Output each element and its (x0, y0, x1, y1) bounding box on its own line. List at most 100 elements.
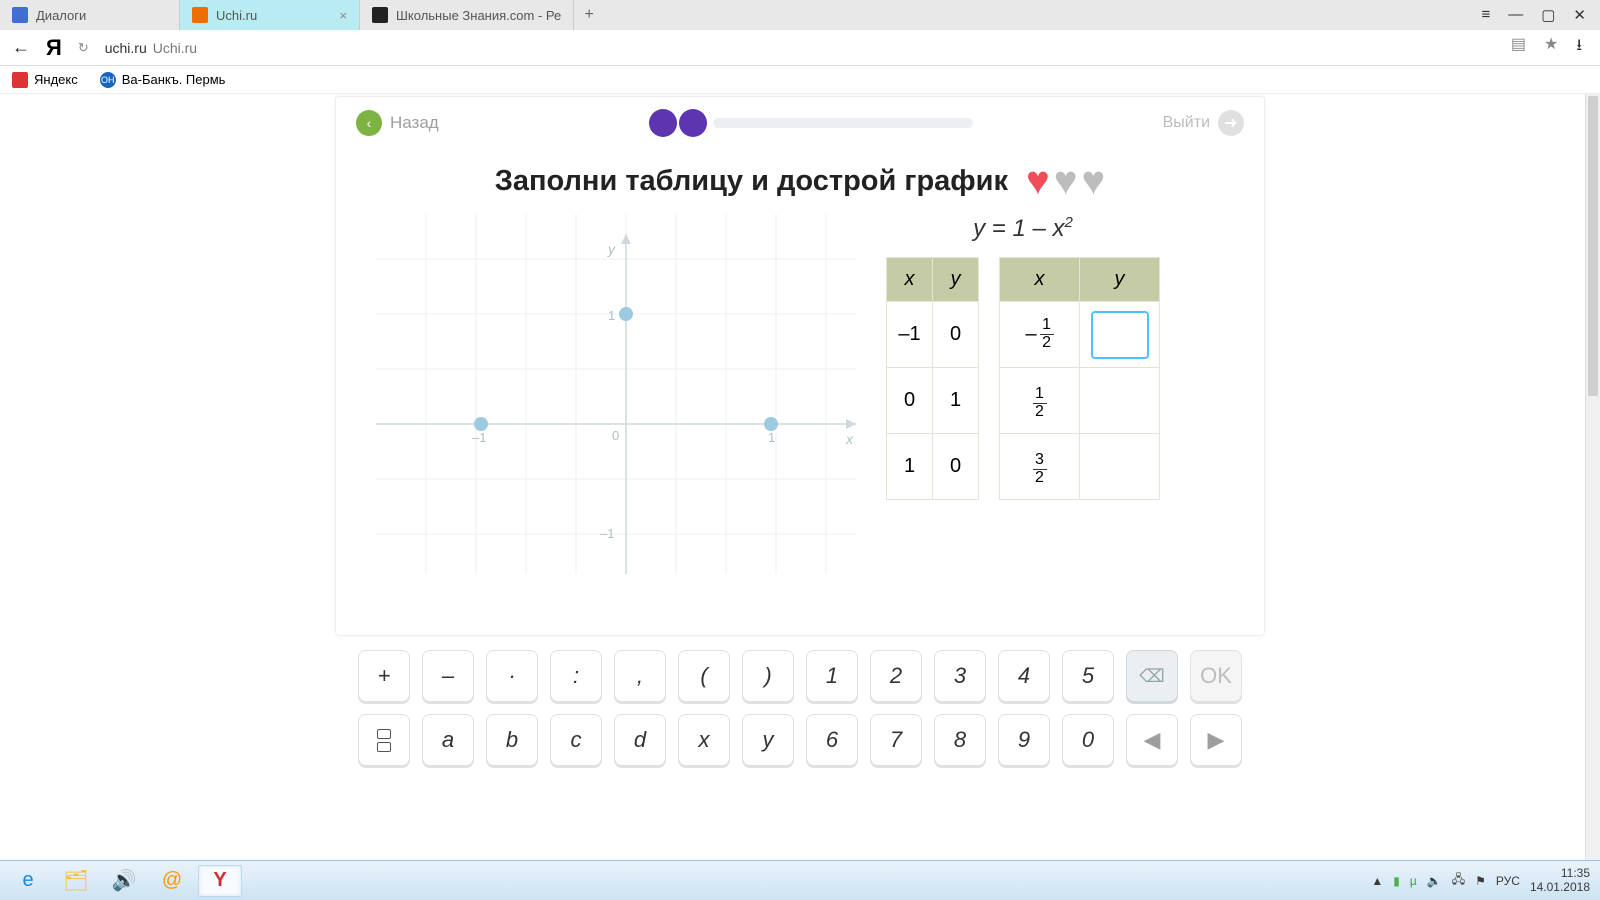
taskbar-ie-icon[interactable]: e (6, 865, 50, 897)
key-6[interactable]: 6 (806, 714, 858, 766)
key-1[interactable]: 1 (806, 650, 858, 702)
progress-dot (649, 109, 677, 137)
values-table-right: xy –12 12 (999, 257, 1160, 500)
window-close-icon[interactable]: ✕ (1573, 6, 1586, 24)
bookmarks-bar: Яндекс ОН Ва-Банкъ. Пермь (0, 66, 1600, 94)
tab-dialogs[interactable]: Диалоги (0, 0, 180, 30)
key-d[interactable]: d (614, 714, 666, 766)
tab-label: Uchi.ru (216, 8, 257, 23)
lesson-headline: Заполни таблицу и дострой график (495, 165, 1008, 198)
key-left[interactable]: ◀ (1126, 714, 1178, 766)
taskbar-yandex-icon[interactable]: Y (198, 865, 242, 897)
key-5[interactable]: 5 (1062, 650, 1114, 702)
key-3[interactable]: 3 (934, 650, 986, 702)
heart-icon: ♥ (1054, 159, 1078, 204)
page-content: ‹ Назад Выйти ➜ Заполни таблицу и достро… (0, 94, 1600, 782)
key-colon[interactable]: : (550, 650, 602, 702)
svg-text:1: 1 (608, 308, 615, 323)
chevron-left-icon: ‹ (356, 110, 382, 136)
tab-znania[interactable]: Школьные Знания.com - Ре (360, 0, 574, 30)
key-8[interactable]: 8 (934, 714, 986, 766)
svg-text:–1: –1 (600, 526, 614, 541)
tab-label: Диалоги (36, 8, 86, 23)
taskbar-clock[interactable]: 11:35 14.01.2018 (1530, 867, 1590, 895)
tray-flag-icon[interactable]: ▲ (1371, 874, 1383, 888)
reload-button[interactable]: ↻ (78, 40, 89, 56)
menu-icon[interactable]: ≡ (1481, 6, 1490, 24)
back-button[interactable]: ← (12, 37, 30, 58)
url-text[interactable]: uchi.ruUchi.ru (105, 40, 197, 56)
shield-icon[interactable]: ▤ (1511, 34, 1526, 61)
equation: y = 1 – x2 (973, 214, 1073, 243)
key-9[interactable]: 9 (998, 714, 1050, 766)
key-comma[interactable]: , (614, 650, 666, 702)
key-lparen[interactable]: ( (678, 650, 730, 702)
answer-cell[interactable] (1080, 302, 1160, 368)
tray-action-icon[interactable]: ⚑ (1475, 874, 1486, 888)
key-right[interactable]: ▶ (1190, 714, 1242, 766)
tray-network-icon[interactable]: 🖧 (1452, 870, 1465, 891)
exit-icon: ➜ (1218, 110, 1244, 136)
key-2[interactable]: 2 (870, 650, 922, 702)
virtual-keyboard: + – · : , ( ) 1 2 3 4 5 ⌫ OK a b c d x y… (346, 650, 1254, 766)
lesson-exit-button[interactable]: Выйти ➜ (1163, 110, 1244, 136)
answer-cell[interactable] (1080, 434, 1160, 500)
key-4[interactable]: 4 (998, 650, 1050, 702)
lesson-back-button[interactable]: ‹ Назад (356, 110, 439, 136)
answer-input[interactable] (1091, 311, 1149, 359)
new-tab-button[interactable]: + (574, 6, 604, 24)
graph-point[interactable] (619, 307, 633, 321)
tray-battery-icon[interactable]: ▮ (1393, 874, 1400, 888)
bookmark-yandex[interactable]: Яндекс (34, 72, 78, 87)
tab-label: Школьные Знания.com - Ре (396, 8, 561, 23)
bookmark-vabank[interactable]: Ва-Банкъ. Пермь (122, 72, 226, 87)
yandex-logo-icon[interactable]: Я (46, 35, 62, 61)
taskbar-explorer-icon[interactable]: 🗂 (54, 865, 98, 897)
key-7[interactable]: 7 (870, 714, 922, 766)
close-icon[interactable]: × (339, 8, 347, 23)
x-cell: 12 (1000, 368, 1080, 434)
graph-point[interactable] (764, 417, 778, 431)
key-plus[interactable]: + (358, 650, 410, 702)
tray-volume-icon[interactable]: 🔈 (1427, 874, 1442, 888)
key-dot[interactable]: · (486, 650, 538, 702)
hearts: ♥ ♥ ♥ (1026, 159, 1105, 204)
tray-lang[interactable]: РУС (1496, 874, 1520, 888)
axis-x-label: x (845, 431, 854, 447)
graph-point[interactable] (474, 417, 488, 431)
address-bar: ← Я ↻ uchi.ruUchi.ru ▤ ★ ⭳ (0, 30, 1600, 66)
graph-canvas[interactable]: y x 0 1 –1 1 –1 (376, 214, 856, 574)
znania-icon (372, 7, 388, 23)
key-fraction[interactable] (358, 714, 410, 766)
answer-cell[interactable] (1080, 368, 1160, 434)
taskbar-at-icon[interactable]: @ (150, 865, 194, 897)
key-c[interactable]: c (550, 714, 602, 766)
key-b[interactable]: b (486, 714, 538, 766)
key-minus[interactable]: – (422, 650, 474, 702)
maximize-icon[interactable]: ▢ (1541, 6, 1555, 24)
minimize-icon[interactable]: — (1508, 6, 1523, 24)
x-cell: –12 (1000, 302, 1080, 368)
key-backspace[interactable]: ⌫ (1126, 650, 1178, 702)
key-x[interactable]: x (678, 714, 730, 766)
values-table-left: xy –10 01 10 (886, 257, 979, 500)
lesson-card: ‹ Назад Выйти ➜ Заполни таблицу и достро… (335, 96, 1265, 636)
scrollbar-thumb[interactable] (1588, 96, 1598, 396)
taskbar: e 🗂 🔊 @ Y ▲ ▮ µ 🔈 🖧 ⚑ РУС 11:35 14.01.20… (0, 860, 1600, 900)
vabank-bookmark-icon: ОН (100, 72, 116, 88)
tab-uchi[interactable]: Uchi.ru × (180, 0, 360, 30)
key-a[interactable]: a (422, 714, 474, 766)
tray-torrent-icon[interactable]: µ (1410, 874, 1417, 888)
browser-titlebar: Диалоги Uchi.ru × Школьные Знания.com - … (0, 0, 1600, 30)
bookmark-star-icon[interactable]: ★ (1544, 34, 1558, 61)
heart-icon: ♥ (1082, 159, 1106, 204)
key-y[interactable]: y (742, 714, 794, 766)
progress-dot (679, 109, 707, 137)
key-ok[interactable]: OK (1190, 650, 1242, 702)
key-rparen[interactable]: ) (742, 650, 794, 702)
download-icon[interactable]: ⭳ (1576, 34, 1582, 61)
taskbar-sound-icon[interactable]: 🔊 (102, 865, 146, 897)
scrollbar[interactable] (1585, 94, 1600, 860)
back-label: Назад (390, 113, 439, 133)
key-0[interactable]: 0 (1062, 714, 1114, 766)
